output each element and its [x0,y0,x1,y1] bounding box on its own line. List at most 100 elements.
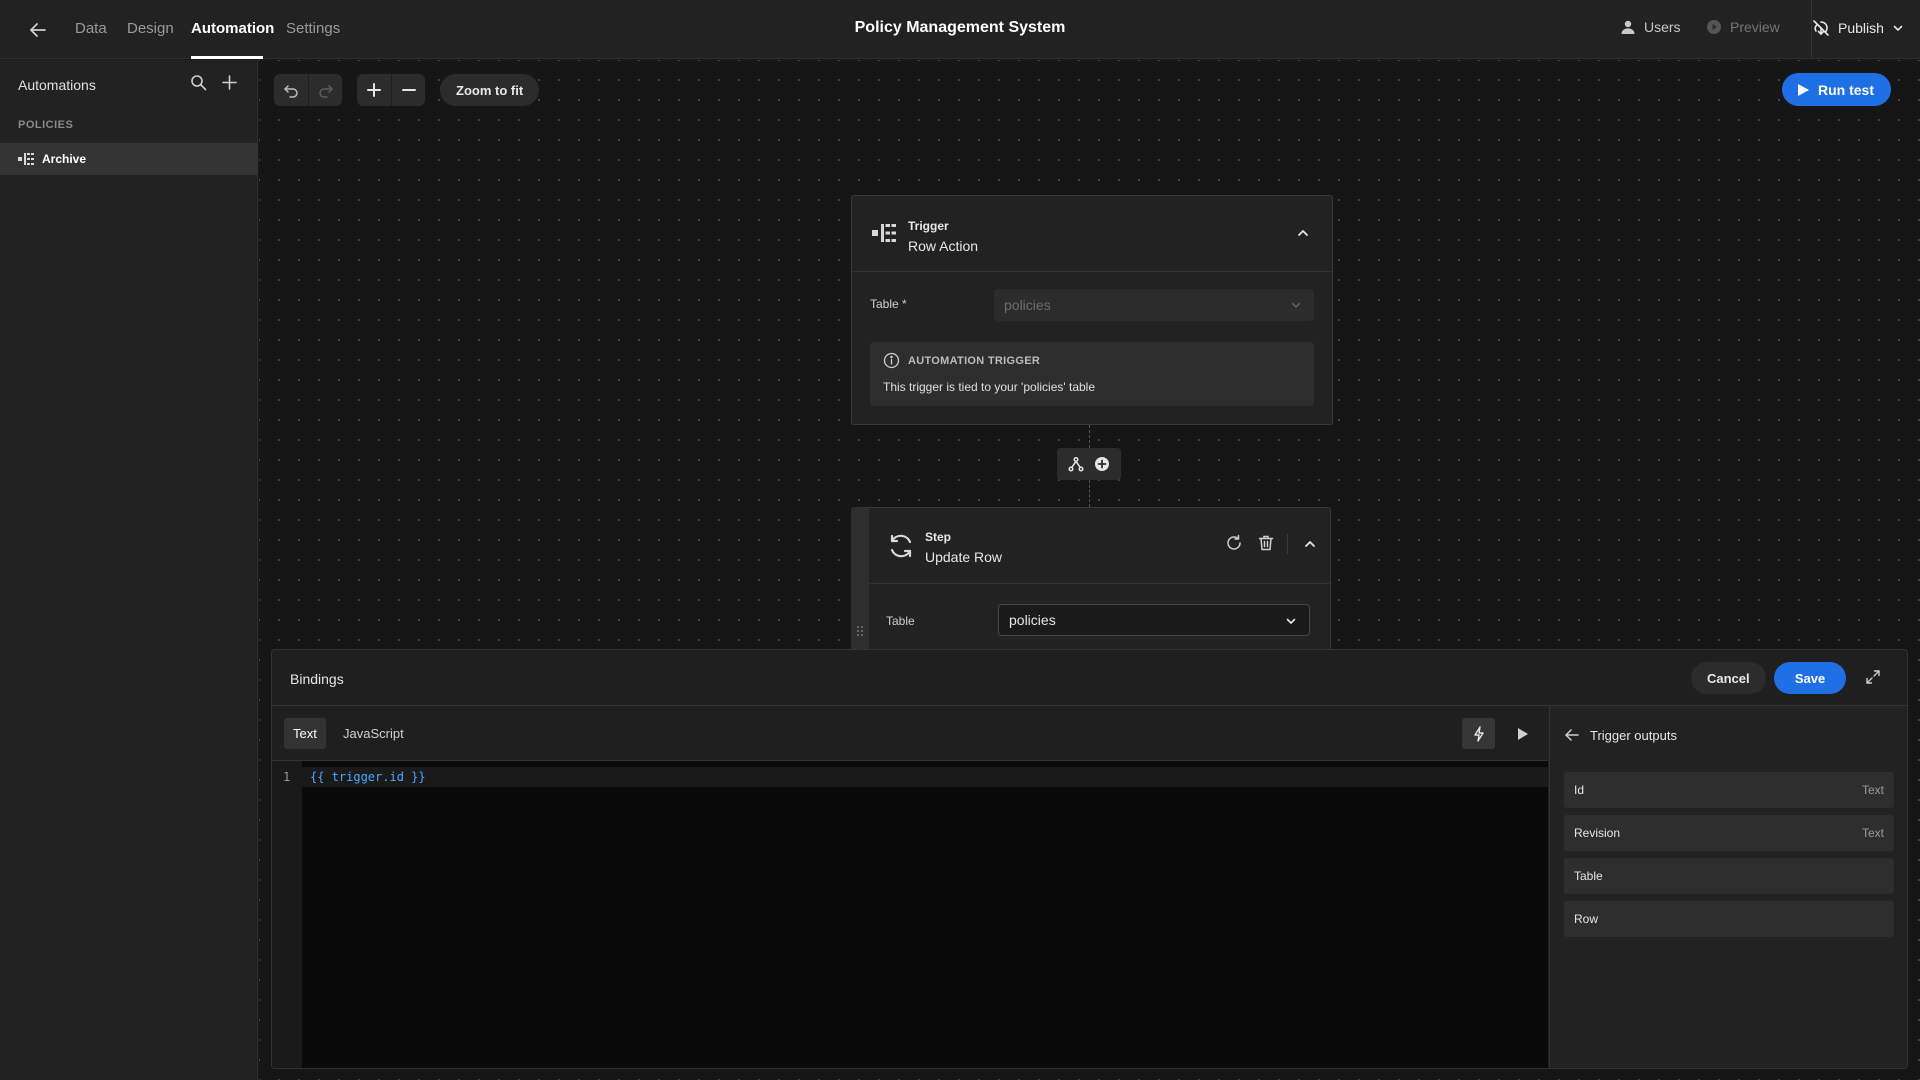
chevron-up-icon [1298,230,1308,236]
trigger-kind-label: Trigger [908,219,949,233]
step-card[interactable]: Step Update Row Table policies [851,507,1331,667]
step-table-label: Table [886,614,915,628]
undo-button[interactable] [274,74,308,106]
preview-button[interactable]: Preview [1706,19,1780,35]
connector-line [1089,480,1090,507]
line-gutter [272,761,302,1068]
active-tab-indicator [191,56,263,59]
line-number: 1 [283,770,291,784]
play-icon [1517,727,1528,740]
save-button[interactable]: Save [1774,662,1846,694]
output-item-revision[interactable]: Revision Text [1564,815,1894,851]
cancel-button[interactable]: Cancel [1691,662,1766,694]
sidebar: Automations POLICIES Archive [0,60,258,1080]
divider [1287,534,1288,554]
zoom-to-fit-button[interactable]: Zoom to fit [440,74,540,106]
step-insert-controls [1057,448,1121,480]
user-icon [1621,20,1635,34]
info-icon [883,352,900,369]
trigger-table-label: Table * [870,297,907,311]
plus-circle-icon [1095,457,1109,471]
code-editor[interactable]: 1 {{ trigger.id }} [272,761,1548,1068]
step-table-value: policies [1009,612,1056,628]
expand-icon [1866,670,1880,684]
sidebar-item-label: Archive [42,152,87,166]
info-text: This trigger is tied to your 'policies' … [883,380,1096,394]
add-branch-button[interactable] [1068,456,1084,472]
editor-mode-tabs: Text JavaScript [272,706,1548,761]
chevron-down-icon [1286,618,1296,624]
binding-expression[interactable]: {{ trigger.id }} [310,770,426,784]
collapse-trigger-button[interactable] [1296,226,1310,240]
row-action-icon [872,224,896,242]
trigger-outputs-back-button[interactable]: Trigger outputs [1564,727,1677,743]
connector-line [1089,425,1090,448]
active-line-highlight [302,767,1548,787]
drag-handle-icon[interactable] [856,625,864,637]
step-name: Update Row [925,549,1003,565]
automation-trigger-info: AUTOMATION TRIGGER This trigger is tied … [870,342,1314,406]
search-automations-button[interactable] [190,74,207,91]
row-action-icon [18,153,34,165]
play-icon [1798,83,1809,96]
preview-label: Preview [1730,19,1780,35]
trigger-outputs-panel: Trigger outputs Id Text Revision Text Ta… [1549,706,1907,1068]
output-item-row[interactable]: Row [1564,901,1894,937]
bindings-panel: Bindings Cancel Save Text JavaScript 1 {… [271,649,1908,1069]
plus-icon [222,75,237,90]
step-table-select[interactable]: policies [998,604,1310,636]
plus-icon [367,83,381,97]
output-name: Table [1574,869,1603,883]
play-circle-icon [1707,20,1721,34]
sidebar-section-policies: POLICIES [18,119,74,131]
run-test-button[interactable]: Run test [1782,73,1891,106]
output-name: Row [1574,912,1599,926]
output-name: Id [1574,783,1585,797]
trigger-table-value: policies [1004,297,1051,313]
sidebar-item-archive[interactable]: Archive [0,143,258,175]
add-automation-button[interactable] [221,74,238,91]
delete-step-button[interactable] [1257,534,1275,552]
trigger-card[interactable]: Trigger Row Action Table * policies AUTO… [851,195,1333,425]
redo-button[interactable] [308,74,342,106]
branch-icon [1068,456,1084,472]
step-kind-label: Step [925,530,952,544]
zoom-out-button[interactable] [391,74,425,106]
chevron-down-icon [1893,25,1903,31]
output-item-id[interactable]: Id Text [1564,772,1894,808]
refresh-icon [890,534,912,558]
refresh-step-button[interactable] [1225,534,1243,552]
zoom-controls [357,74,425,106]
search-icon [191,75,207,91]
chevron-up-icon [1305,541,1315,547]
bindings-header: Bindings Cancel Save [272,650,1907,706]
tab-javascript[interactable]: JavaScript [334,718,413,749]
tab-text[interactable]: Text [284,718,326,749]
evaluate-button[interactable] [1506,718,1539,749]
output-type: Text [1861,826,1884,840]
zoom-in-button[interactable] [357,74,391,106]
output-type: Text [1861,783,1884,797]
step-card-header: Step Update Row [869,508,1330,584]
publish-label: Publish [1838,20,1884,36]
add-step-button[interactable] [1094,456,1110,472]
collapse-step-button[interactable] [1303,537,1317,551]
output-item-table[interactable]: Table [1564,858,1894,894]
run-test-label: Run test [1818,81,1874,98]
users-button[interactable]: Users [1620,19,1681,35]
helpers-button[interactable] [1462,718,1495,749]
publish-off-icon [1813,20,1829,36]
output-name: Revision [1574,826,1621,840]
info-title: AUTOMATION TRIGGER [908,355,1041,367]
redo-icon [318,85,333,98]
publish-button[interactable]: Publish [1812,19,1904,37]
trigger-outputs-title: Trigger outputs [1590,727,1677,743]
expand-button[interactable] [1865,669,1881,685]
minus-icon [401,89,416,91]
trigger-card-header: Trigger Row Action [852,196,1332,272]
arrow-left-icon [1565,729,1579,741]
sidebar-title: Automations [18,77,96,93]
undo-icon [284,85,298,98]
trigger-name: Row Action [908,238,979,254]
top-bar: Data Design Automation Settings Policy M… [0,0,1920,59]
